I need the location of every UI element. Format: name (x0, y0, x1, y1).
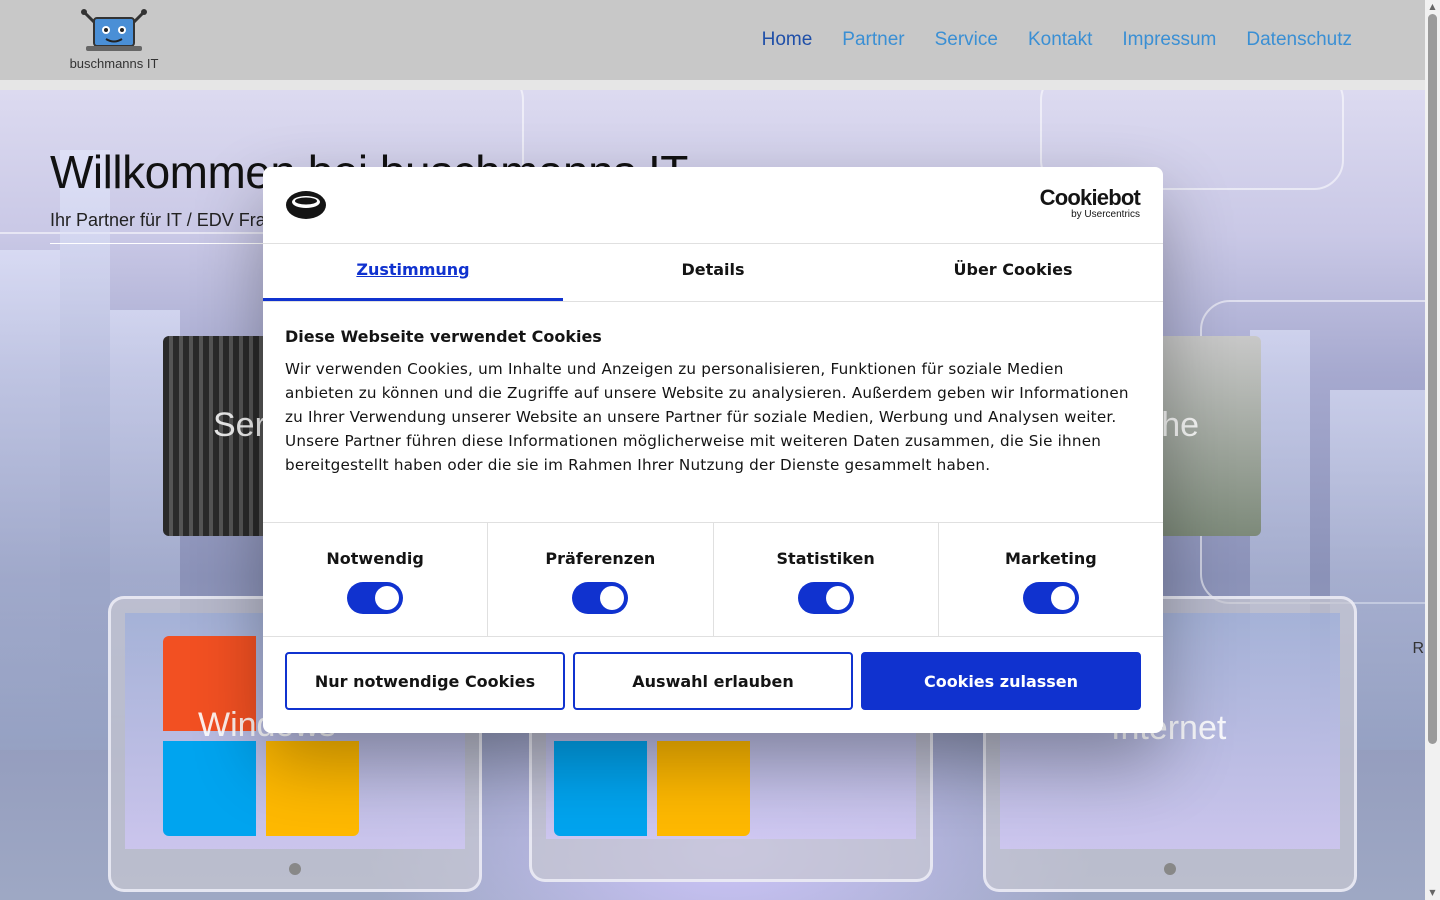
dialog-tabs: Zustimmung Details Über Cookies (263, 244, 1163, 302)
category-label: Präferenzen (545, 549, 656, 568)
cookie-logo-icon (286, 191, 326, 219)
cookie-consent-dialog: Cookiebot by Usercentrics Zustimmung Det… (263, 167, 1163, 733)
allow-selection-button[interactable]: Auswahl erlauben (573, 652, 853, 710)
category-notwendig: Notwendig (263, 523, 489, 636)
tab-ueber-cookies[interactable]: Über Cookies (863, 244, 1163, 301)
page-scrollbar[interactable]: ▲ ▼ (1425, 0, 1440, 900)
dialog-header: Cookiebot by Usercentrics (263, 167, 1163, 244)
category-praeferenzen: Präferenzen (488, 523, 714, 636)
category-label: Statistiken (776, 549, 875, 568)
category-label: Notwendig (326, 549, 424, 568)
cookiebot-brand-subtitle: by Usercentrics (1071, 209, 1140, 220)
cookie-categories: Notwendig Präferenzen Statistiken Market… (263, 522, 1163, 637)
category-label: Marketing (1005, 549, 1097, 568)
tab-zustimmung[interactable]: Zustimmung (263, 244, 563, 301)
category-statistiken: Statistiken (714, 523, 939, 636)
toggle-praeferenzen[interactable] (572, 582, 629, 614)
toggle-notwendig[interactable] (347, 582, 404, 614)
toggle-marketing[interactable] (1022, 582, 1079, 614)
dialog-buttons: Nur notwendige Cookies Auswahl erlauben … (285, 652, 1141, 710)
category-marketing: Marketing (939, 523, 1163, 636)
tab-details[interactable]: Details (563, 244, 863, 301)
toggle-knob (600, 586, 625, 610)
toggle-knob (1050, 586, 1075, 610)
toggle-knob (375, 586, 400, 610)
necessary-only-button[interactable]: Nur notwendige Cookies (285, 652, 565, 710)
scrollbar-thumb[interactable] (1428, 14, 1437, 744)
scroll-up-arrow-icon[interactable]: ▲ (1428, 3, 1437, 11)
dialog-heading: Diese Webseite verwendet Cookies (285, 327, 602, 346)
dialog-text: Wir verwenden Cookies, um Inhalte und An… (285, 360, 1129, 474)
allow-all-button[interactable]: Cookies zulassen (861, 652, 1141, 710)
cookiebot-brand[interactable]: Cookiebot by Usercentrics (1039, 185, 1141, 221)
toggle-statistiken[interactable] (797, 582, 854, 614)
toggle-knob (825, 586, 850, 610)
scroll-down-arrow-icon[interactable]: ▼ (1428, 889, 1437, 897)
cookiebot-brand-title: Cookiebot (1039, 185, 1141, 210)
